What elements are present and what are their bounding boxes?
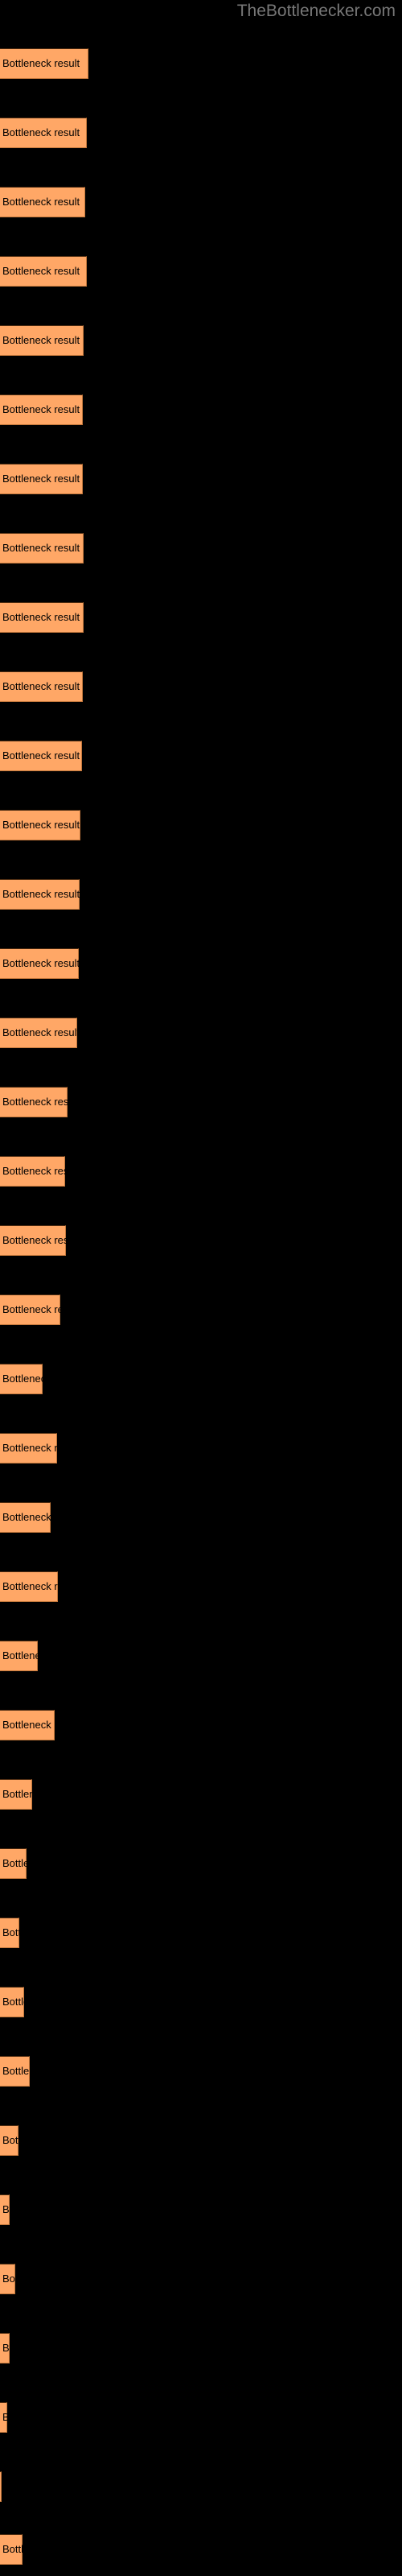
- bar-clip: Bottleneck result: [0, 741, 82, 771]
- bar-label: Bottleneck result: [2, 1096, 68, 1108]
- bar-label: Bottleneck result: [2, 2273, 15, 2285]
- bar-label: Bottleneck result: [2, 2203, 10, 2215]
- bar-label: Bottleneck result: [2, 1234, 66, 1246]
- bar-clip: Bottleneck result: [0, 187, 85, 217]
- bar-label: Bottleneck result: [2, 888, 80, 900]
- bar-label: Bottleneck result: [2, 196, 80, 208]
- bar-clip: Bottleneck result: [0, 118, 87, 148]
- bar-label: Bottleneck result: [2, 1926, 19, 1938]
- bar-clip: Bottleneck result: [0, 2471, 2, 2502]
- bar-label: Bottleneck result: [2, 2543, 23, 2555]
- bar-label: Bottleneck result: [2, 2342, 10, 2354]
- bar-label: Bottleneck result: [2, 2065, 30, 2077]
- bottleneck-bar-chart: TheBottlenecker.com Bottleneck result Bot…: [0, 0, 402, 2576]
- bar-clip: Bottleneck result: [0, 1779, 32, 1810]
- bar-clip: Bottleneck result: [0, 1848, 27, 1879]
- bar-label: Bottleneck result: [2, 680, 80, 692]
- bar-clip: Bottleneck result: [0, 948, 79, 979]
- bar-clip: Bottleneck result: [0, 1364, 43, 1394]
- bar-label: Bottleneck result: [2, 403, 80, 415]
- bar-label: Bottleneck result: [2, 819, 80, 831]
- bar-clip: Bottleneck result: [0, 671, 83, 702]
- bar-label: Bottleneck result: [2, 1580, 58, 1592]
- bar-label: Bottleneck result: [2, 57, 80, 69]
- bar-clip: Bottleneck result: [0, 1987, 24, 2017]
- bar-clip: Bottleneck result: [0, 2056, 30, 2087]
- bar-label: Bottleneck result: [2, 2411, 7, 2423]
- bar-label: Bottleneck result: [2, 1649, 38, 1662]
- bar-label: Bottleneck result: [2, 126, 80, 138]
- bar-clip: Bottleneck result: [0, 1087, 68, 1117]
- bar-label: Bottleneck result: [2, 1442, 57, 1454]
- bar-rect[interactable]: [0, 2471, 2, 2502]
- bar-clip: Bottleneck result: [0, 2194, 10, 2225]
- bar-clip: Bottleneck result: [0, 2402, 7, 2433]
- bar-label: Bottleneck result: [2, 957, 79, 969]
- bar-label: Bottleneck result: [2, 265, 80, 277]
- bar-label: Bottleneck result: [2, 1788, 32, 1800]
- bar-label: Bottleneck result: [2, 1996, 24, 2008]
- bar-clip: Bottleneck result: [0, 879, 80, 910]
- bar-clip: Bottleneck result: [0, 394, 83, 425]
- bar-label: Bottleneck result: [2, 473, 80, 485]
- bar-clip: Bottleneck result: [0, 1294, 60, 1325]
- bar-clip: Bottleneck result: [0, 1571, 58, 1602]
- bar-label: Bottleneck result: [2, 2134, 18, 2146]
- bar-clip: Bottleneck result: [0, 1433, 57, 1463]
- bar-clip: Bottleneck result: [0, 464, 83, 494]
- bar-clip: Bottleneck result: [0, 1018, 77, 1048]
- bar-clip: Bottleneck result: [0, 602, 84, 633]
- bar-clip: Bottleneck result: [0, 533, 84, 564]
- bar-label: Bottleneck result: [2, 1719, 55, 1731]
- bars-layer: Bottleneck result Bottleneck result Bottle…: [0, 0, 402, 2576]
- bar-label: Bottleneck result: [2, 334, 80, 346]
- bar-label: Bottleneck result: [2, 542, 80, 554]
- bar-clip: Bottleneck result: [0, 2333, 10, 2363]
- bar-label: Bottleneck result: [2, 749, 80, 762]
- bar-clip: Bottleneck result: [0, 2264, 15, 2294]
- bar-clip: Bottleneck result: [0, 1225, 66, 1256]
- bar-clip: Bottleneck result: [0, 48, 88, 79]
- bar-clip: Bottleneck result: [0, 325, 84, 356]
- bar-clip: Bottleneck result: [0, 1641, 38, 1671]
- bar-label: Bottleneck result: [2, 1303, 60, 1315]
- bar-clip: Bottleneck result: [0, 1710, 55, 1740]
- bar-label: Bottleneck result: [2, 1857, 27, 1869]
- bar-clip: Bottleneck result: [0, 2125, 18, 2156]
- bar-label: Bottleneck result: [2, 1511, 51, 1523]
- bar-clip: Bottleneck result: [0, 810, 80, 840]
- bar-label: Bottleneck result: [2, 1026, 77, 1038]
- bar-clip: Bottleneck result: [0, 256, 87, 287]
- bar-label: Bottleneck result: [2, 1165, 65, 1177]
- bar-label: Bottleneck result: [2, 1373, 43, 1385]
- bar-label: Bottleneck result: [2, 611, 80, 623]
- bar-clip: Bottleneck result: [0, 1502, 51, 1533]
- bar-clip: Bottleneck result: [0, 1156, 65, 1187]
- bar-clip: Bottleneck result: [0, 2534, 23, 2565]
- bar-clip: Bottleneck result: [0, 1918, 19, 1948]
